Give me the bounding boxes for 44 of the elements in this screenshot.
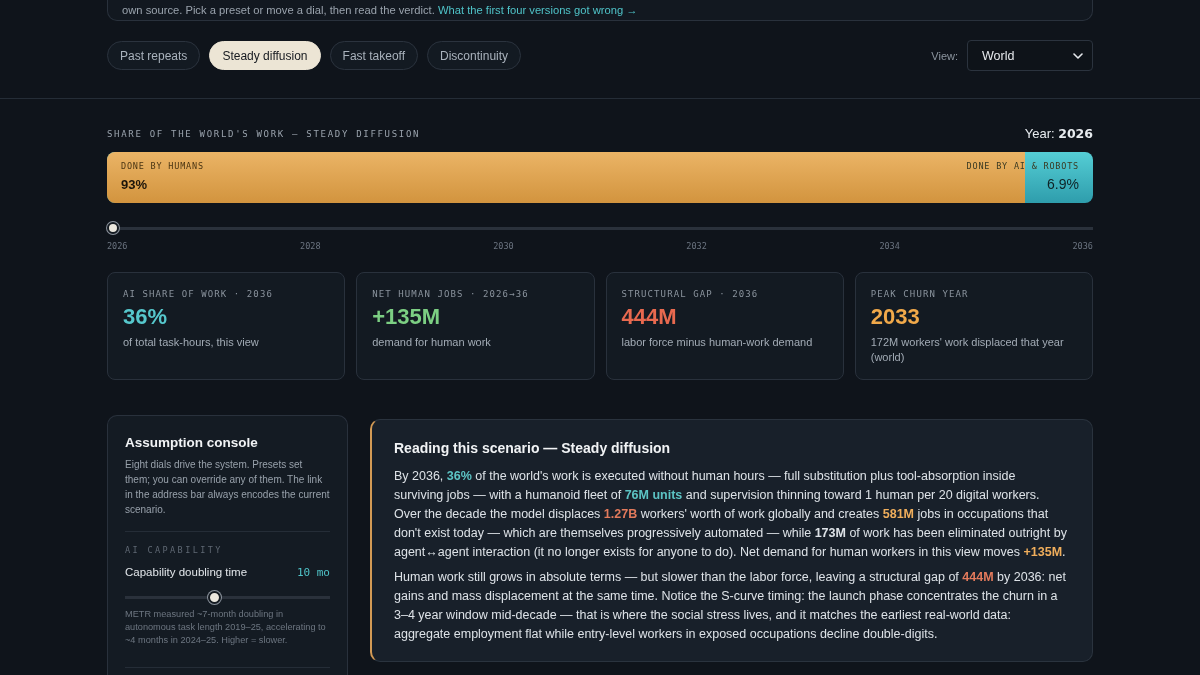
stat-description: of total task-hours, this view [123,335,260,350]
slider-thumb[interactable] [207,591,221,604]
dial-note: METR measured ~7-month doubling in autonomous task length 2019–25, accelerating to ~4 months in 2024–25. Higher = slower. [125,608,327,647]
view-select[interactable]: World [967,40,1093,71]
chart-title: SHARE OF THE WORLD'S WORK — STEADY DIFFUSION [107,128,421,139]
preset-tab[interactable]: Discontinuity [427,41,522,70]
stat-description: 172M workers' work displaced that year (world) [870,335,1065,365]
stat-description: labor force minus human-work demand [621,335,814,350]
year-label: Year: 2026 [1024,126,1093,141]
slider-thumb[interactable] [107,222,119,234]
year-tick-label: 2028 [300,240,321,252]
year-tick-label: 2036 [1072,240,1093,252]
console-title: Assumption console [125,435,259,451]
preset-tab[interactable]: Past repeats [107,41,201,70]
intro-link[interactable]: What the first four versions got wrong → [437,4,638,16]
reading-paragraph: By 2036, 36% of the world's work is executed without human hours — full substitution plus tool-absorption inside surviving jobs — with a humanoid fleet of 76M units and supervision thinning toward 1 human per 20 digital workers. Over the decade the model displaces 1.27B workers' worth of work globally and creates 581M jobs in occupations that don't exist today — which are themselves progressively automated — while 173M of work has been eliminated outright by agent↔agent interaction (it no longer exists for anyone to do). Net demand for human workers in this view moves +135M. [394,468,1068,561]
bar-value: 6.9% [1047,177,1079,192]
stat-value: 36% [123,304,169,330]
year-tick-label: 2034 [879,240,900,252]
bar-label: DONE BY AI & ROBOTS [966,161,1079,172]
stat-label: AI SHARE OF WORK · 2036 [123,288,274,300]
stat-value: 444M [621,304,678,330]
stat-label: PEAK CHURN YEAR [870,288,970,300]
stat-description: demand for human work [372,335,492,350]
chevron-down-icon [1073,52,1083,59]
section-heading: AI CAPABILITY [125,544,224,556]
bar-label: DONE BY HUMANS [121,161,204,172]
reading-paragraph: Human work still grows in absolute terms — but slower than the labor force, leaving a structural gap of 444M by 2036: net gains and mass displacement at the same time. Notice the S-curve timing: the launch phase concentrates the churn in a 3–4 year window mid-decade — that is where the social stress lives, and it matches the earliest real-world data: aggregate employment flat while entry-level workers in exposed occupations decline double-digits. [394,569,1067,643]
preset-tab[interactable]: Fast takeoff [329,41,419,70]
stat-value: +135M [372,304,442,330]
stat-label: NET HUMAN JOBS · 2026→36 [372,288,530,300]
dial-label: Capability doubling time [125,565,248,580]
stat-value: 2033 [870,304,921,330]
intro-text: own source. Pick a preset or move a dial, then read the verdict. What the first four versions got wrong → [122,3,639,17]
view-label: View: [931,49,958,62]
stat-label: STRUCTURAL GAP · 2036 [621,288,760,300]
year-tick-label: 2032 [686,240,707,252]
preset-tab[interactable]: Steady diffusion [209,41,321,70]
year-tick-label: 2030 [493,240,514,252]
dial-reading: 10 mo [296,566,330,579]
reading-title: Reading this scenario — Steady diffusion [394,439,672,457]
year-tick-label: 2026 [107,240,128,252]
console-description: Eight dials drive the system. Presets set them; you can override any of them. The link in the address bar always encodes the current scenario. [125,458,330,517]
bar-value: 93% [121,177,148,192]
